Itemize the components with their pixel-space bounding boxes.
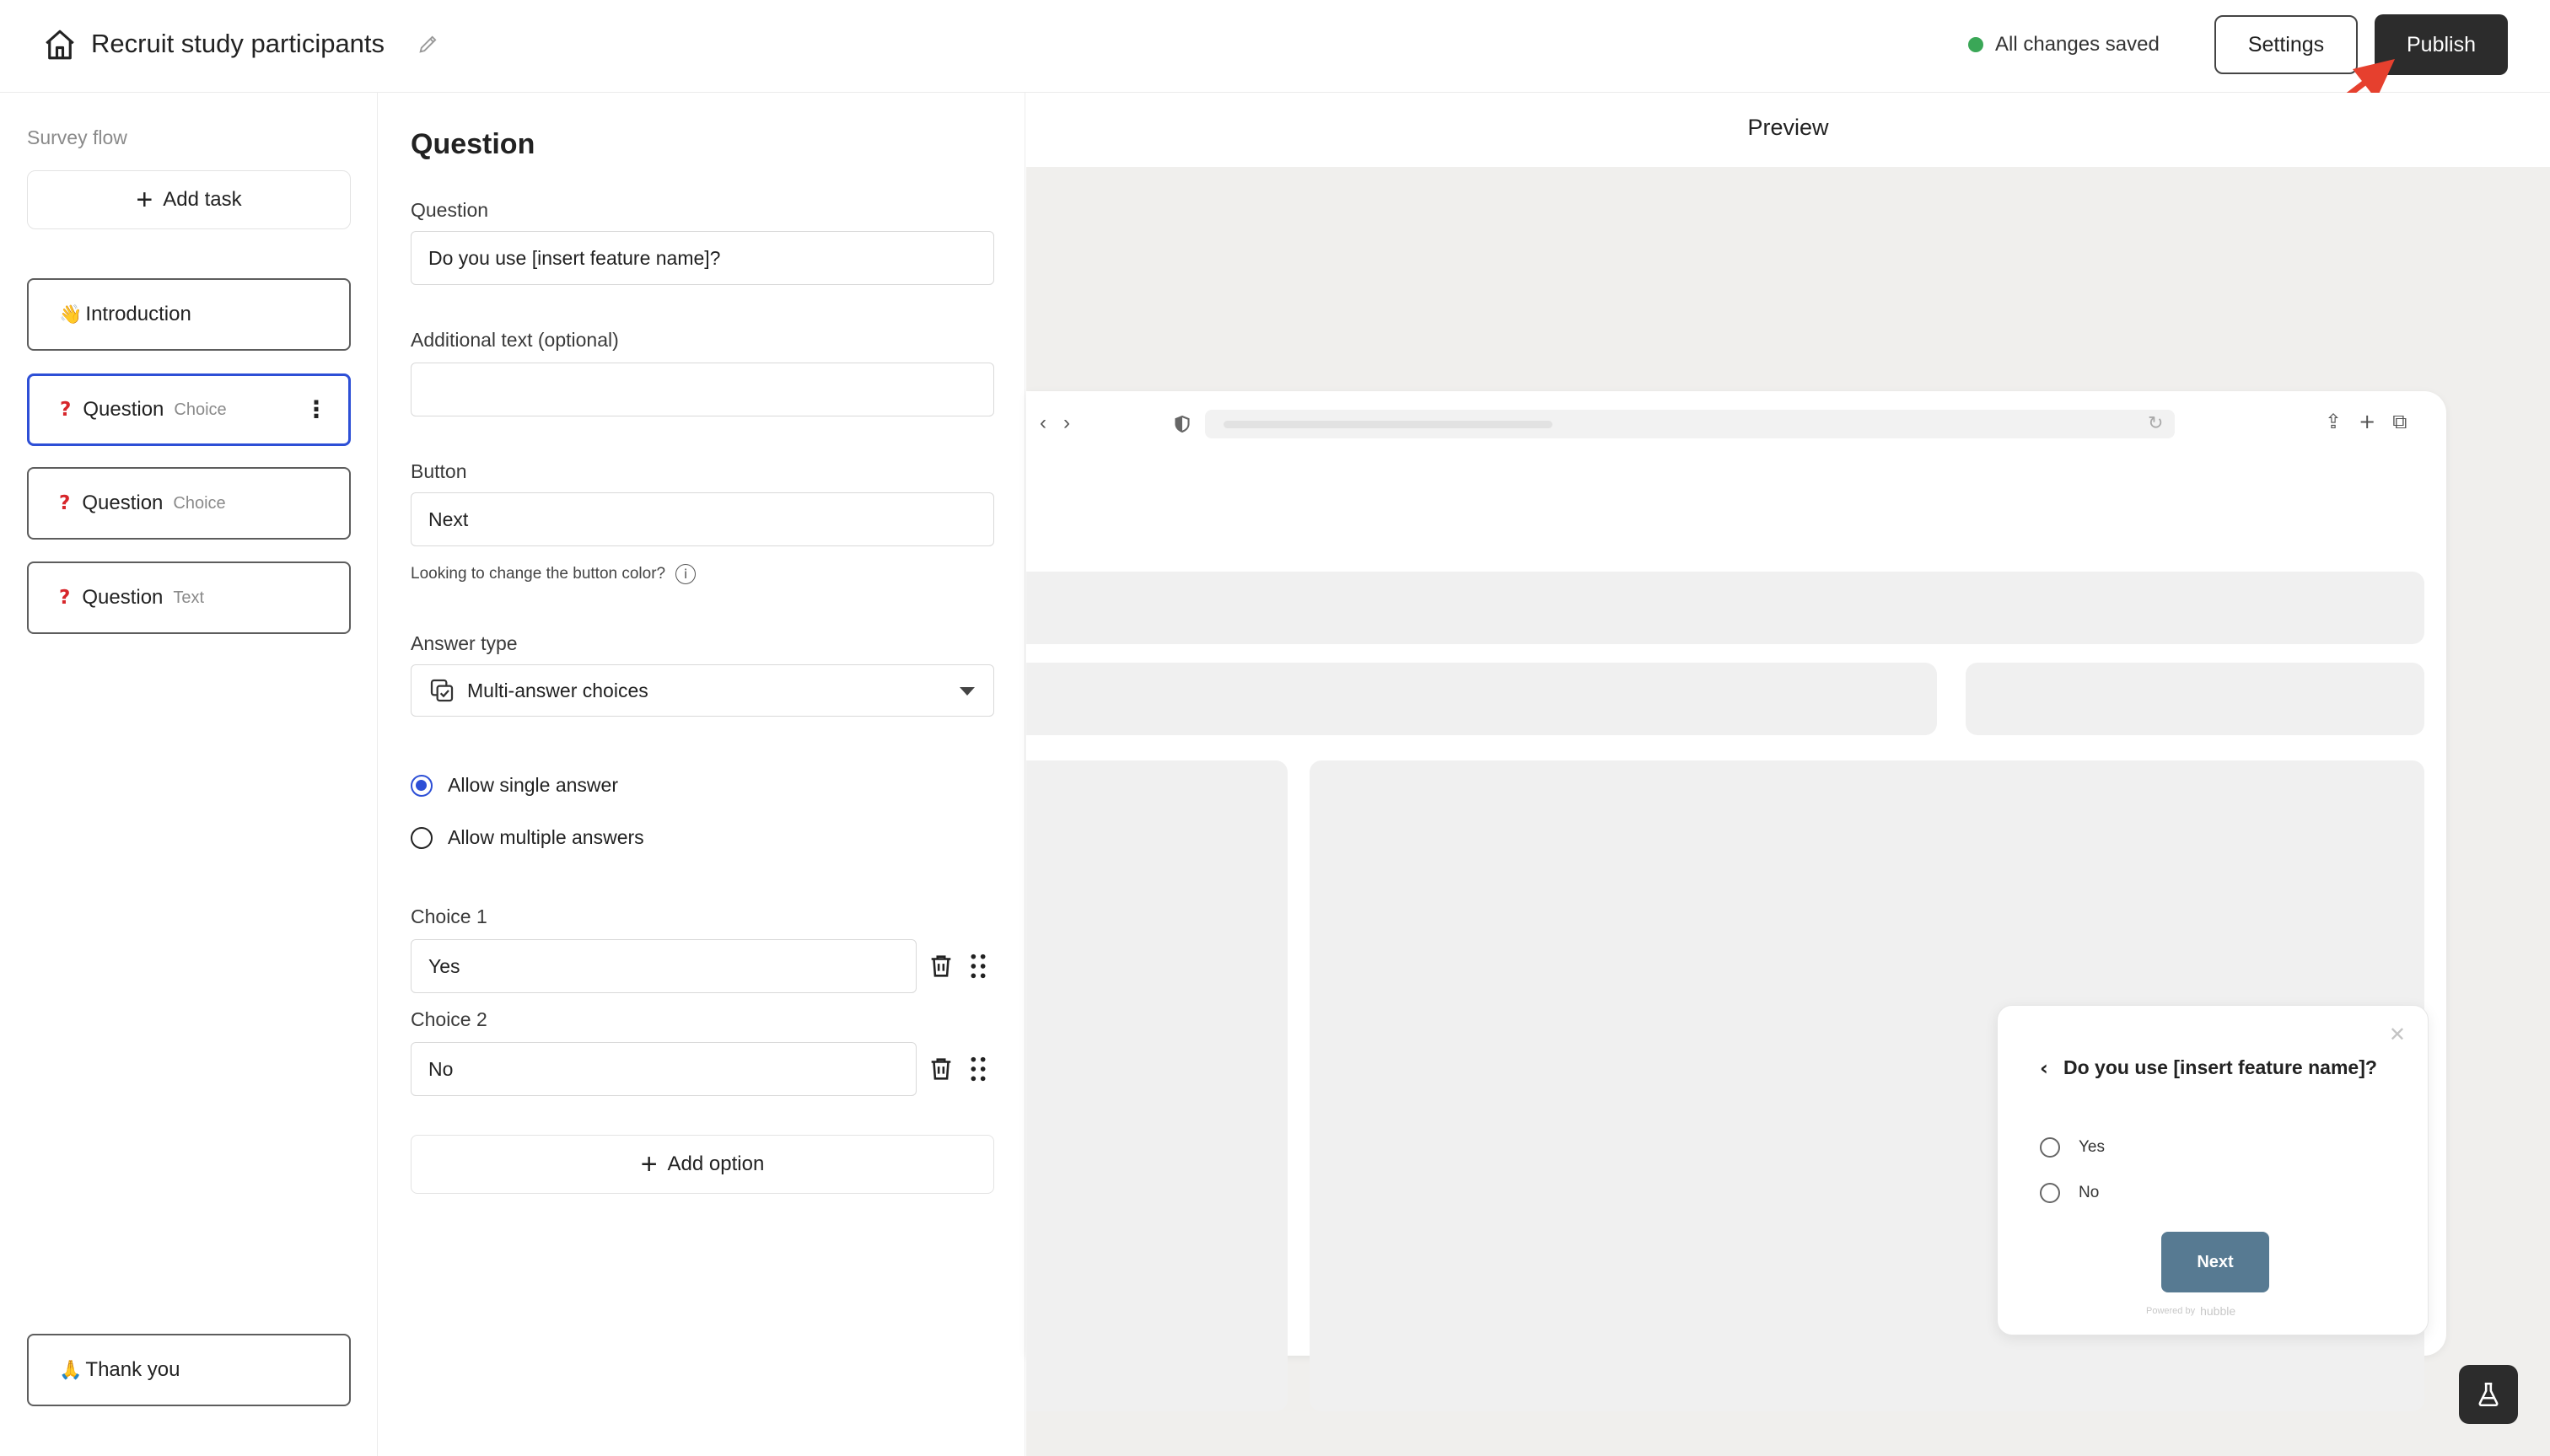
powered-by: Powered by hubble [2146,1304,2235,1318]
radio-label: Allow single answer [448,774,618,796]
forward-arrow-icon: › [1063,411,1071,434]
question-field-label: Question [411,199,489,221]
flow-item-type: Text [173,588,205,607]
tabs-icon: ⧉ [2392,410,2407,433]
publish-button[interactable]: Publish [2375,14,2508,75]
back-arrow-icon: ‹ [1040,411,1046,434]
flow-item-label: Introduction [85,303,191,325]
hint-text: Looking to change the button color? [411,565,666,583]
flow-item-type: Choice [174,400,227,419]
question-mark-icon: ? [59,587,71,609]
radio-selected-icon [411,774,433,797]
widget-option-label: Yes [2079,1138,2105,1156]
choice-label: Choice 2 [411,1008,487,1030]
chevron-left-icon[interactable]: ‹ [2040,1056,2048,1080]
powered-by-text: Powered by [2146,1306,2196,1316]
flow-item-question-3[interactable]: ? Question Text [27,561,351,634]
status-dot-icon [1968,37,1983,52]
flow-item-introduction[interactable]: 👋 Introduction [27,278,351,351]
allow-multiple-answers-radio[interactable]: Allow multiple answers [411,826,644,849]
question-mark-icon: ? [59,492,71,514]
button-color-hint: Looking to change the button color? i [411,564,697,584]
survey-widget: ✕ ‹ Do you use [insert feature name]? Ye… [1997,1005,2429,1335]
question-input[interactable]: Do you use [insert feature name]? [411,231,994,285]
widget-question: Do you use [insert feature name]? [2063,1056,2377,1078]
add-option-label: Add option [667,1152,765,1175]
multi-choice-icon [430,679,454,702]
drag-handle-icon[interactable] [966,952,990,981]
url-bar [1205,410,2175,438]
trash-icon[interactable] [927,952,955,981]
chevron-down-icon [960,687,975,696]
info-icon[interactable]: i [675,564,697,584]
radio-label: Allow multiple answers [448,826,644,848]
home-icon[interactable] [42,27,78,62]
flow-item-label: Question [82,586,164,609]
additional-text-input[interactable] [411,363,994,416]
placeholder-block [1026,572,2424,644]
editor-title: Question [411,128,535,160]
add-task-button[interactable]: + Add task [27,170,351,229]
radio-unselected-icon [2040,1183,2060,1203]
radio-unselected-icon [411,826,433,849]
wave-icon: 👋 [59,304,83,325]
flow-item-question-1[interactable]: ? Question Choice ⋮ [27,373,351,446]
placeholder-block [1026,663,1937,735]
question-mark-icon: ? [60,399,72,421]
flow-item-thank-you[interactable]: 🙏 Thank you [27,1334,351,1406]
flow-item-label: Thank you [85,1358,180,1381]
choice-input[interactable]: No [411,1042,917,1096]
top-bar: Recruit study participants All changes s… [0,0,2550,189]
browser-toolbar: ⇪ + ⧉ [2325,410,2407,433]
widget-option-label: No [2079,1184,2100,1201]
widget-next-button[interactable]: Next [2161,1232,2269,1292]
placeholder-block [1026,760,1288,1411]
flow-item-label: Question [83,398,164,421]
add-option-button[interactable]: + Add option [411,1135,994,1194]
answer-type-value: Multi-answer choices [467,679,648,701]
button-text-input[interactable]: Next [411,492,994,546]
pencil-icon[interactable] [417,32,440,56]
url-placeholder [1224,421,1552,428]
save-status: All changes saved [1968,28,2160,62]
new-tab-icon: + [2359,410,2376,433]
widget-option[interactable]: No [2040,1183,2099,1203]
plus-icon: + [136,184,153,216]
allow-single-answer-radio[interactable]: Allow single answer [411,774,618,797]
additional-text-label: Additional text (optional) [411,329,619,351]
placeholder-block [1966,663,2424,735]
trash-icon[interactable] [927,1055,955,1083]
preview-header: Preview [1026,93,2550,167]
reload-icon: ↻ [2148,413,2164,434]
plus-icon: + [640,1148,658,1180]
survey-flow-sidebar: Survey flow + Add task 👋 Introduction ? … [0,93,378,1456]
flow-item-label: Question [82,492,164,514]
preview-panel: Preview ‹ › ↻ ⇪ + ⧉ ✕ ‹ Do you use [inse… [1026,93,2550,1456]
answer-type-label: Answer type [411,632,518,654]
add-task-label: Add task [163,188,242,211]
browser-nav-icons: ‹ › [1040,411,1070,435]
settings-button[interactable]: Settings [2214,15,2358,74]
more-options-icon[interactable]: ⋮ [304,398,328,422]
radio-unselected-icon [2040,1137,2060,1158]
pray-icon: 🙏 [59,1359,83,1380]
save-status-text: All changes saved [1995,33,2160,56]
answer-type-select[interactable]: Multi-answer choices [411,664,994,717]
choice-label: Choice 1 [411,905,487,927]
flow-item-question-2[interactable]: ? Question Choice [27,467,351,540]
brand-name: hubble [2200,1304,2236,1318]
choice-input[interactable]: Yes [411,939,917,993]
close-icon[interactable]: ✕ [2389,1023,2406,1046]
question-editor: Question Question Do you use [insert fea… [379,93,1025,1456]
preview-title: Preview [1747,115,1829,140]
button-field-label: Button [411,460,467,482]
share-icon: ⇪ [2325,410,2343,433]
drag-handle-icon[interactable] [966,1055,990,1083]
sidebar-heading: Survey flow [27,126,127,148]
shield-icon [1175,415,1190,433]
survey-title: Recruit study participants [91,29,385,58]
flask-icon[interactable] [2459,1365,2518,1424]
widget-option[interactable]: Yes [2040,1137,2105,1158]
flow-item-type: Choice [173,493,226,513]
